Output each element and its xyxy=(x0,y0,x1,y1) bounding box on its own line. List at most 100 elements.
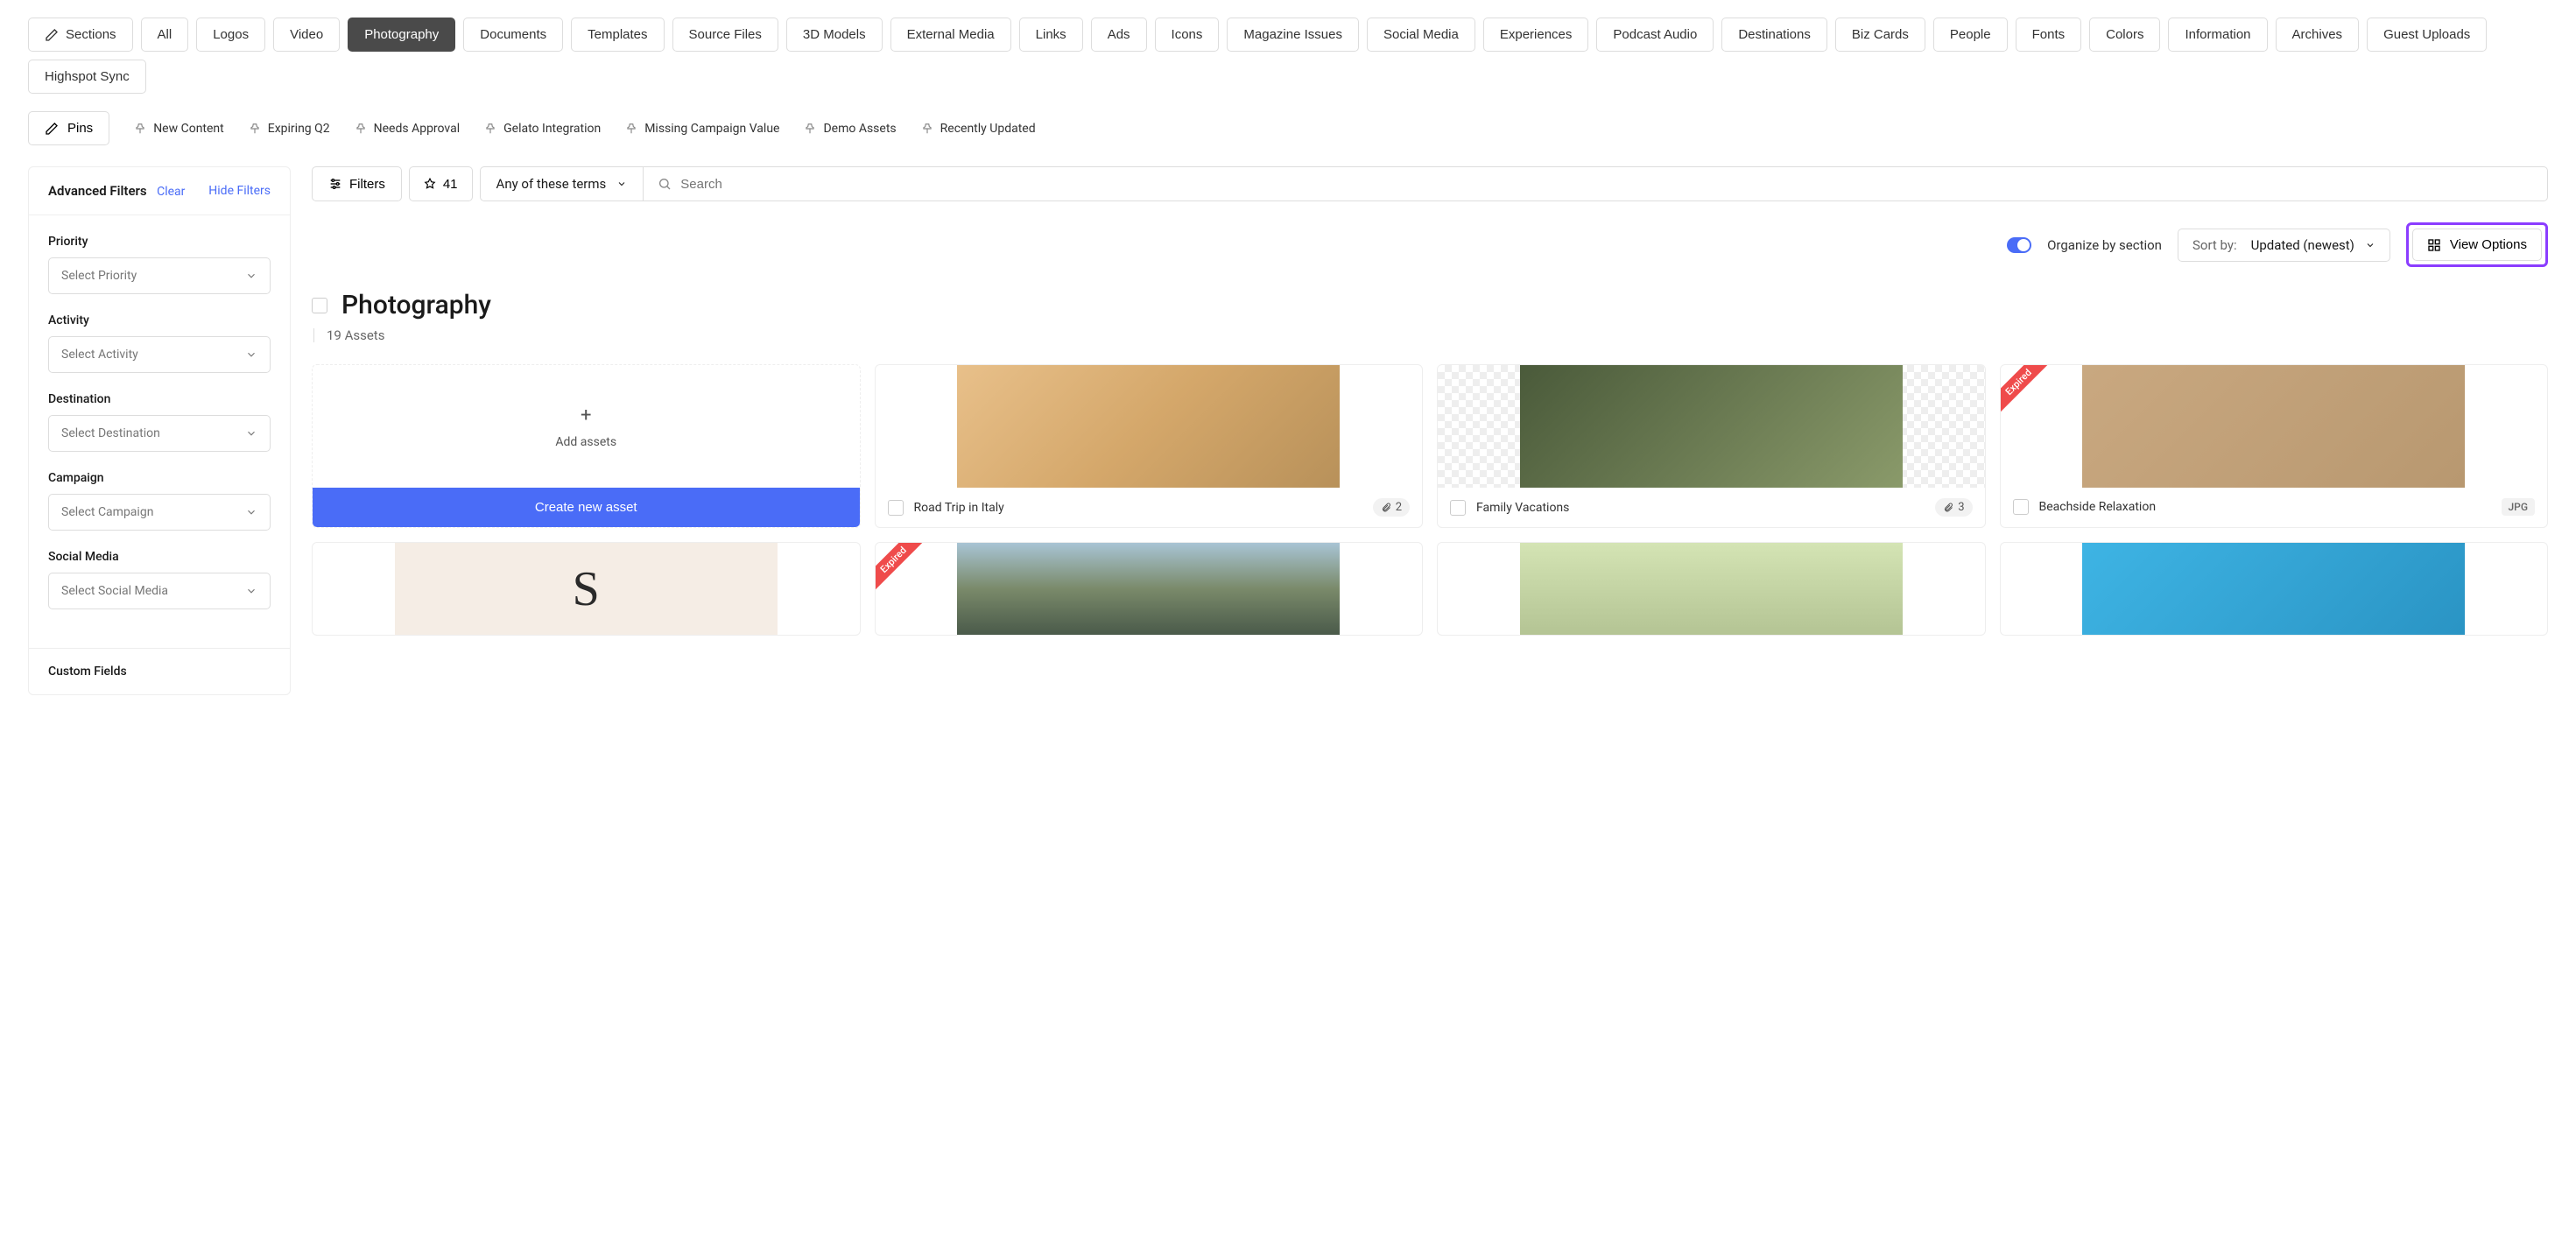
sort-select[interactable]: Sort by: Updated (newest) xyxy=(2178,229,2390,262)
filter-label: Campaign xyxy=(48,471,271,485)
tag-people[interactable]: People xyxy=(1933,18,2008,52)
add-assets-area[interactable]: + Add assets xyxy=(313,365,860,488)
term-mode-select[interactable]: Any of these terms xyxy=(480,166,644,201)
tag-video[interactable]: Video xyxy=(273,18,340,52)
tag-ads[interactable]: Ads xyxy=(1091,18,1147,52)
tag-templates[interactable]: Templates xyxy=(571,18,664,52)
pin-link-needs-approval[interactable]: Needs Approval xyxy=(355,122,460,136)
attachment-badge: 3 xyxy=(1935,498,1972,517)
view-options-button[interactable]: View Options xyxy=(2412,229,2542,261)
pins-row: Pins New Content Expiring Q2 Needs Approva… xyxy=(28,111,2548,145)
chevron-down-icon xyxy=(616,179,627,189)
tag-photography[interactable]: Photography xyxy=(348,18,455,52)
expired-ribbon: Expired xyxy=(876,543,929,595)
chevron-down-icon xyxy=(2365,240,2375,250)
filters-label: Filters xyxy=(349,177,385,192)
asset-card[interactable]: Road Trip in Italy2 xyxy=(875,364,1424,528)
filter-label: Destination xyxy=(48,392,271,406)
clear-filters-link[interactable]: Clear xyxy=(157,185,185,199)
sections-button[interactable]: Sections xyxy=(28,18,133,52)
asset-card[interactable]: Family Vacations 3 xyxy=(1437,364,1986,528)
tag-source-files[interactable]: Source Files xyxy=(672,18,778,52)
asset-footer: Beachside RelaxationJPG xyxy=(2001,488,2548,526)
chevron-down-icon xyxy=(245,270,257,282)
tag-information[interactable]: Information xyxy=(2168,18,2267,52)
filter-select-social-media[interactable]: Select Social Media xyxy=(48,573,271,609)
filters-button[interactable]: Filters xyxy=(312,166,402,201)
attachment-badge: 2 xyxy=(1373,498,1410,517)
asset-checkbox[interactable] xyxy=(2013,499,2029,515)
tag-links[interactable]: Links xyxy=(1019,18,1083,52)
tag-highspot-sync[interactable]: Highspot Sync xyxy=(28,60,146,94)
asset-title: Family Vacations xyxy=(1476,501,1569,515)
filter-label: Social Media xyxy=(48,550,271,564)
tag-logos[interactable]: Logos xyxy=(196,18,265,52)
add-asset-card: + Add assets Create new asset xyxy=(312,364,861,528)
asset-card[interactable] xyxy=(2000,542,2549,636)
organize-toggle[interactable] xyxy=(2007,237,2031,253)
sidebar-body: PrioritySelect PriorityActivitySelect Ac… xyxy=(29,215,290,648)
create-new-asset-button[interactable]: Create new asset xyxy=(313,488,860,527)
add-assets-label: Add assets xyxy=(555,435,616,449)
sidebar-title: Advanced Filters xyxy=(48,183,147,199)
asset-card[interactable]: S xyxy=(312,542,861,636)
grid-icon xyxy=(2427,238,2441,252)
asset-thumbnail: Expired xyxy=(2001,365,2548,488)
asset-title: Beachside Relaxation xyxy=(2039,500,2157,514)
chevron-down-icon xyxy=(245,348,257,361)
tag-colors[interactable]: Colors xyxy=(2089,18,2160,52)
tag-icons[interactable]: Icons xyxy=(1155,18,1220,52)
filter-label: Activity xyxy=(48,313,271,327)
pin-link-recently-updated[interactable]: Recently Updated xyxy=(921,122,1036,136)
view-options-highlight: View Options xyxy=(2406,222,2548,267)
pin-link-new-content[interactable]: New Content xyxy=(134,122,224,136)
asset-card[interactable]: ExpiredBeachside RelaxationJPG xyxy=(2000,364,2549,528)
tag-podcast-audio[interactable]: Podcast Audio xyxy=(1596,18,1714,52)
tag-documents[interactable]: Documents xyxy=(463,18,563,52)
pin-link-missing-campaign-value[interactable]: Missing Campaign Value xyxy=(625,122,779,136)
pin-link-expiring-q2[interactable]: Expiring Q2 xyxy=(249,122,330,136)
filter-group-social-media: Social Media Select Social Media xyxy=(48,550,271,609)
pin-count-button[interactable]: 41 xyxy=(409,166,473,201)
plus-icon: + xyxy=(581,404,591,426)
tag-destinations[interactable]: Destinations xyxy=(1721,18,1827,52)
asset-thumbnail: Expired xyxy=(876,543,1423,635)
pin-icon xyxy=(355,123,367,135)
filter-select-campaign[interactable]: Select Campaign xyxy=(48,494,271,531)
asset-checkbox[interactable] xyxy=(1450,500,1466,516)
filter-select-activity[interactable]: Select Activity xyxy=(48,336,271,373)
chevron-down-icon xyxy=(245,585,257,597)
asset-checkbox[interactable] xyxy=(888,500,904,516)
tag-biz-cards[interactable]: Biz Cards xyxy=(1835,18,1925,52)
pin-link-demo-assets[interactable]: Demo Assets xyxy=(804,122,896,136)
tag-guest-uploads[interactable]: Guest Uploads xyxy=(2367,18,2487,52)
asset-card[interactable] xyxy=(1437,542,1986,636)
hide-filters-link[interactable]: Hide Filters xyxy=(208,184,271,198)
filter-group-activity: Activity Select Activity xyxy=(48,313,271,373)
chevron-down-icon xyxy=(245,506,257,518)
term-mode-value: Any of these terms xyxy=(496,176,607,192)
tag-all[interactable]: All xyxy=(141,18,189,52)
pencil-icon xyxy=(45,28,59,42)
tag-3d-models[interactable]: 3D Models xyxy=(786,18,883,52)
tag-magazine-issues[interactable]: Magazine Issues xyxy=(1227,18,1359,52)
tag-experiences[interactable]: Experiences xyxy=(1483,18,1589,52)
filter-select-destination[interactable]: Select Destination xyxy=(48,415,271,452)
pin-icon xyxy=(921,123,933,135)
sections-label: Sections xyxy=(66,27,116,42)
pins-label: Pins xyxy=(67,121,93,136)
tag-external-media[interactable]: External Media xyxy=(890,18,1011,52)
asset-card[interactable]: Expired xyxy=(875,542,1424,636)
paperclip-icon xyxy=(1381,503,1391,513)
section-title: Photography xyxy=(341,290,491,320)
tag-social-media[interactable]: Social Media xyxy=(1367,18,1475,52)
asset-thumbnail xyxy=(876,365,1423,488)
filter-select-priority[interactable]: Select Priority xyxy=(48,257,271,294)
pins-button[interactable]: Pins xyxy=(28,111,109,145)
search-input[interactable] xyxy=(680,177,2533,192)
tag-archives[interactable]: Archives xyxy=(2276,18,2360,52)
section-checkbox[interactable] xyxy=(312,298,327,313)
tag-fonts[interactable]: Fonts xyxy=(2016,18,2082,52)
toggle-knob xyxy=(2017,239,2030,251)
pin-link-gelato-integration[interactable]: Gelato Integration xyxy=(484,122,601,136)
